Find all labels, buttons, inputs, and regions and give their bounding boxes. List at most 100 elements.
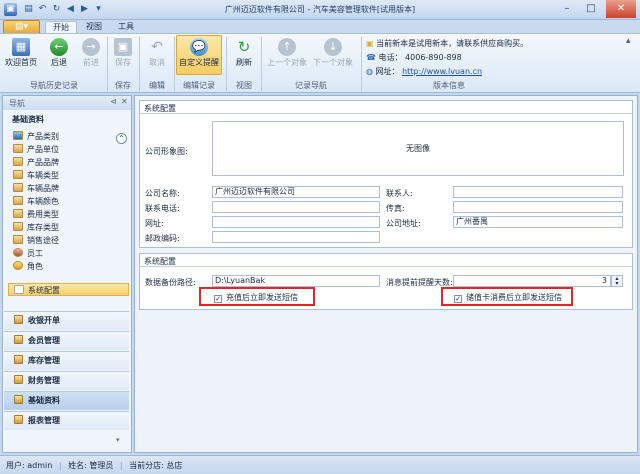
next-record-label: 下一个对象 — [313, 58, 353, 67]
sms-consume-checkbox[interactable]: ✓ 储值卡消费后立即发送短信 — [454, 292, 562, 303]
module-cashier[interactable]: 收银开单 — [4, 311, 129, 330]
module-inventory[interactable]: 库存管理 — [4, 351, 129, 370]
refresh-arrow-icon: ↻ — [237, 38, 251, 56]
group-record-nav: 记录导航 — [295, 81, 327, 90]
group-save: 保存 — [115, 81, 131, 90]
fax-field[interactable] — [453, 201, 623, 213]
pin-icon[interactable]: ⊲ — [110, 97, 117, 106]
module-finance[interactable]: 财务管理 — [4, 371, 129, 390]
logo-label: 公司形象图: — [145, 147, 188, 156]
home-button[interactable]: ▦ 欢迎首页 — [4, 36, 38, 72]
nav-item-label: 车辆品牌 — [27, 184, 59, 193]
maximize-button[interactable]: □ — [580, 0, 602, 18]
prev-record-label: 上一个对象 — [267, 58, 307, 67]
group-version: 版本信息 — [433, 81, 465, 90]
nav-item-sales-channel[interactable]: 销售途径 — [12, 234, 128, 247]
app-icon: ▣ — [4, 3, 17, 16]
company-name-field[interactable]: 广州迈迈软件有限公司 — [212, 186, 380, 198]
nav-item-label: 员工 — [27, 249, 43, 258]
phone-field[interactable] — [212, 201, 380, 213]
nav-item-expense-type[interactable]: 费用类型 — [12, 208, 128, 221]
nav-item-employee[interactable]: 员工 — [12, 247, 128, 260]
zip-label: 邮政编码: — [145, 234, 180, 243]
nav-item-product-unit[interactable]: 产品单位 — [12, 143, 128, 156]
nav-item-system-config[interactable]: 系统配置 — [8, 283, 129, 296]
module-reports[interactable]: 报表管理 — [4, 411, 129, 430]
folder-icon — [14, 375, 23, 384]
website-label: 网址: — [145, 219, 164, 228]
site-link[interactable]: http://www.lvuan.cn — [402, 67, 482, 76]
disk-icon: ▣ — [114, 38, 132, 56]
folder-icon — [14, 355, 23, 364]
back-icon[interactable]: ◀ — [64, 3, 77, 16]
custom-reminder-button[interactable]: 💬 自定义提醒 — [176, 36, 222, 72]
remind-days-field[interactable]: 3 — [453, 275, 611, 287]
refresh-button[interactable]: ↻ 刷新 — [229, 36, 259, 72]
address-field[interactable]: 广州番禺 — [453, 216, 623, 228]
module-label: 会员管理 — [28, 336, 60, 345]
status-name: 姓名: 管理员 — [68, 461, 114, 470]
refresh-icon[interactable]: ↻ — [50, 3, 63, 16]
minimize-button[interactable]: – — [556, 0, 578, 18]
save-label: 保存 — [115, 58, 131, 67]
cancel-button[interactable]: ↶ 取消 — [142, 36, 172, 72]
customize-icon[interactable]: ▾ — [92, 3, 105, 16]
nav-item-role[interactable]: 角色 — [12, 260, 128, 273]
edit-icon — [13, 157, 23, 166]
module-basic-data[interactable]: 基础资料 — [4, 391, 129, 410]
forward-icon[interactable]: ▶ — [78, 3, 91, 16]
nav-item-vehicle-brand[interactable]: 车辆品牌 — [12, 182, 128, 195]
nav-item-stock-type[interactable]: 库存类型 — [12, 221, 128, 234]
undo-icon[interactable]: ↶ — [36, 3, 49, 16]
custom-reminder-label: 自定义提醒 — [179, 58, 219, 67]
version-phone: ☎ 电话： 4006-890-898 — [366, 52, 462, 63]
contact-field[interactable] — [453, 186, 623, 198]
nav-close-icon[interactable]: ✕ — [121, 97, 128, 106]
close-button[interactable]: ✕ — [606, 0, 636, 18]
back-button[interactable]: ← 后退 — [42, 36, 76, 72]
sms-recharge-checkbox[interactable]: ✓ 充值后立即发送短信 — [214, 292, 298, 303]
nav-item-vehicle-color[interactable]: 车辆颜色 — [12, 195, 128, 208]
backup-path-label: 数据备份路径: — [145, 278, 196, 287]
edit-icon — [13, 144, 23, 153]
company-logo-box[interactable]: 无图像 — [212, 121, 624, 176]
speech-bubble-icon: 💬 — [190, 38, 208, 56]
refresh-label: 刷新 — [236, 58, 252, 67]
edit-icon — [13, 170, 23, 179]
nav-item-product-category[interactable]: 产品类别 — [12, 130, 128, 143]
forward-button[interactable]: → 前进 — [76, 36, 106, 72]
config-icon — [14, 285, 24, 294]
arrow-up-icon: ↑ — [278, 38, 296, 56]
arrow-right-icon: → — [82, 38, 100, 56]
more-modules-icon[interactable]: ▾ — [116, 436, 120, 444]
nav-item-product-brand[interactable]: 产品品牌 — [12, 156, 128, 169]
nav-item-label: 车辆类型 — [27, 171, 59, 180]
info-icon: ▣ — [366, 39, 374, 48]
nav-item-vehicle-type[interactable]: 车辆类型 — [12, 169, 128, 182]
nav-section-title: 基础资料 — [12, 115, 44, 124]
home-icon: ▦ — [12, 38, 30, 56]
folder-icon — [14, 415, 23, 424]
backup-path-field[interactable]: D:\LyuanBak — [212, 275, 380, 287]
module-member[interactable]: 会员管理 — [4, 331, 129, 350]
back-label: 后退 — [51, 58, 67, 67]
edit-icon — [13, 209, 23, 218]
window-title: 广州迈迈软件有限公司 - 汽车美容管理软件[试用版本] — [224, 5, 416, 14]
arrow-left-icon: ← — [50, 38, 68, 56]
file-menu-button[interactable]: ▤▾ — [3, 20, 40, 34]
nav-item-label: 费用类型 — [27, 210, 59, 219]
checkbox-check-icon: ✓ — [214, 295, 222, 303]
save-icon[interactable]: ▤ — [22, 3, 35, 16]
help-icon[interactable]: ▴ — [626, 36, 631, 46]
remind-days-spinner[interactable]: ▴ ▾ — [611, 275, 623, 287]
zip-field[interactable] — [212, 231, 380, 243]
cancel-label: 取消 — [149, 58, 165, 67]
fax-label: 传真: — [386, 204, 405, 213]
save-ribbon-button[interactable]: ▣ 保存 — [110, 36, 136, 72]
next-record-button[interactable]: ↓ 下一个对象 — [311, 36, 355, 72]
website-field[interactable] — [212, 216, 380, 228]
ribbon-separator — [361, 37, 362, 91]
nav-header-text: 导航 — [9, 99, 25, 108]
prev-record-button[interactable]: ↑ 上一个对象 — [265, 36, 309, 72]
edit-icon — [13, 235, 23, 244]
